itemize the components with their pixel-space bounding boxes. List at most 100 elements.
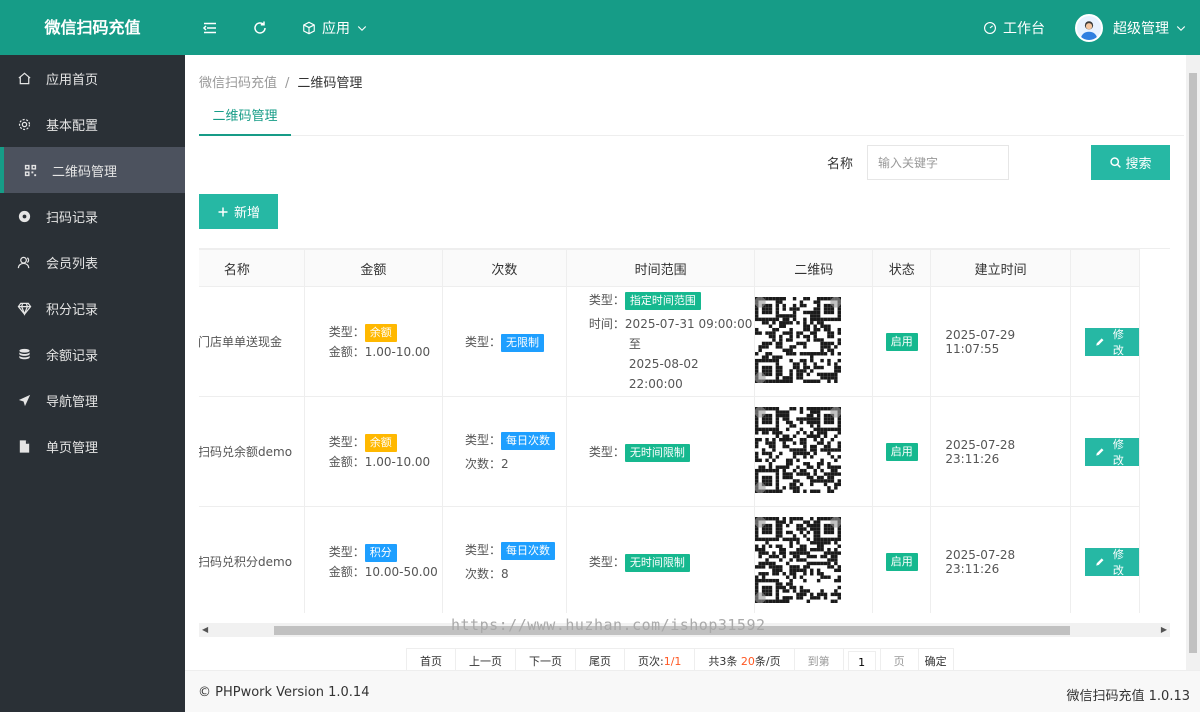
sidebar-item-label: 二维码管理 [52, 164, 118, 180]
sidebar-item-home[interactable]: 应用首页 [0, 55, 185, 101]
search-button[interactable]: 搜索 [1091, 145, 1170, 180]
page-indicator-value: 1/1 [663, 655, 682, 668]
edit-button[interactable]: 修改 [1084, 327, 1139, 357]
add-button[interactable]: 新增 [199, 194, 278, 229]
time-start: 2025-07-31 09:00:00 [624, 316, 753, 331]
sidebar-item-label: 单页管理 [46, 440, 99, 456]
header-status: 状态 [872, 249, 932, 287]
count-type-badge: 每日次数 [500, 541, 555, 560]
created-time: 2025-07-28 23:11:26 [930, 396, 1071, 507]
add-button-label: 新增 [233, 206, 260, 221]
amount-value: 10.00-50.00 [364, 564, 438, 579]
status-badge: 启用 [885, 332, 918, 351]
top-bar: 微信扫码充值 应用 工作台 超级管理 [0, 0, 1200, 55]
avatar [1075, 13, 1103, 42]
page-total-count: 共3条 [708, 655, 741, 668]
count-type-badge: 每日次数 [500, 431, 555, 450]
tab-qrcode-manage[interactable]: 二维码管理 [199, 99, 291, 136]
amount-label: 金额： [328, 564, 365, 579]
time-type-label: 类型： [588, 444, 625, 459]
amount-value: 1.00-10.00 [364, 344, 431, 359]
time-to: 至 [628, 336, 641, 351]
sidebar-item-qrcode-manage[interactable]: 二维码管理 [0, 147, 185, 193]
time-type-badge: 指定时间范围 [624, 291, 701, 310]
scroll-right-icon[interactable]: ▶ [1161, 625, 1167, 634]
header-count: 次数 [441, 249, 567, 287]
amount-value: 1.00-10.00 [364, 454, 431, 469]
amount-label: 金额： [328, 344, 365, 359]
status-badge: 启用 [885, 552, 918, 571]
app-menu-dropdown[interactable]: 应用 [302, 0, 368, 55]
header-qrcode: 二维码 [754, 249, 874, 287]
sidebar-item-label: 应用首页 [46, 72, 99, 88]
user-name: 超级管理 [1113, 20, 1169, 37]
sidebar-item-label: 扫码记录 [46, 210, 99, 226]
breadcrumb: 微信扫码充值 / 二维码管理 [199, 72, 362, 91]
vertical-scroll-thumb[interactable] [1189, 73, 1197, 653]
refresh-button[interactable] [252, 0, 268, 55]
user-avatar-icon [1080, 20, 1098, 40]
edit-button-label: 修改 [1112, 547, 1124, 577]
disc-icon [18, 210, 30, 222]
sidebar-item-label: 导航管理 [46, 394, 99, 410]
vertical-scrollbar[interactable] [1186, 55, 1200, 670]
edit-button[interactable]: 修改 [1084, 547, 1139, 577]
sidebar: 应用首页 基本配置 二维码管理 扫码记录 会员列表 积分记录 余额记录 导航管理… [0, 55, 185, 712]
time-end: 2025-08-02 22:00:00 [628, 356, 699, 391]
sidebar-item-scan-records[interactable]: 扫码记录 [0, 193, 185, 239]
page-per-page-suffix: 条/页 [754, 655, 781, 668]
header-created: 建立时间 [930, 249, 1071, 287]
amount-type-badge: 积分 [364, 543, 397, 562]
sidebar-item-navigation[interactable]: 导航管理 [0, 377, 185, 423]
search-label: 名称 [827, 157, 854, 172]
sidebar-item-label: 余额记录 [46, 348, 99, 364]
edit-button[interactable]: 修改 [1084, 437, 1139, 467]
count-value: 8 [500, 566, 509, 581]
amount-label: 金额： [328, 454, 365, 469]
edit-button-label: 修改 [1112, 327, 1124, 357]
chevron-down-icon [357, 25, 367, 31]
header-name: 名称 [199, 249, 305, 287]
sidebar-item-points-records[interactable]: 积分记录 [0, 285, 185, 331]
search-button-label: 搜索 [1125, 157, 1152, 172]
sidebar-item-basic-config[interactable]: 基本配置 [0, 101, 185, 147]
breadcrumb-root[interactable]: 微信扫码充值 [199, 76, 277, 91]
table-row: 扫码兑余额demo 类型： 余额 金额：1.00-10.00 类型： 每日次数 次数… [199, 396, 1141, 507]
count-type-label: 类型： [464, 432, 501, 447]
count-type-badge: 无限制 [500, 333, 544, 352]
diamond-icon [17, 302, 31, 316]
workbench-link[interactable]: 工作台 [983, 0, 1045, 55]
breadcrumb-separator: / [285, 76, 290, 91]
gear-icon [18, 118, 30, 130]
dashboard-icon [984, 21, 996, 34]
file-icon [19, 439, 29, 453]
created-time: 2025-07-29 11:07:55 [930, 286, 1071, 397]
sidebar-item-members[interactable]: 会员列表 [0, 239, 185, 285]
sidebar-item-balance-records[interactable]: 余额记录 [0, 331, 185, 377]
sidebar-item-label: 积分记录 [46, 302, 99, 318]
footer: © PHPwork Version 1.0.14 微信扫码充值 1.0.13 [185, 670, 1200, 712]
watermark: https://www.huzhan.com/ishop31592 [451, 616, 766, 634]
navigation-icon [18, 394, 30, 406]
pencil-icon [1096, 447, 1104, 456]
table-row: 门店单单送现金 类型： 余额 金额：1.00-10.00 类型： 无限制 类型： 指定… [199, 286, 1141, 397]
search-icon [1110, 157, 1122, 168]
time-type-label: 类型： [588, 292, 625, 307]
page-indicator-label: 页次: [638, 655, 664, 668]
qrcode-table: 名称 金额 次数 时间范围 二维码 状态 建立时间 门店单单送现金 类型： 余额 … [199, 248, 1170, 613]
sidebar-item-pages[interactable]: 单页管理 [0, 423, 185, 469]
count-label: 次数： [464, 566, 501, 581]
count-type-label: 类型： [464, 542, 501, 557]
scroll-left-icon[interactable]: ◀ [202, 625, 208, 634]
table-header-row: 名称 金额 次数 时间范围 二维码 状态 建立时间 [199, 249, 1141, 287]
count-type-label: 类型： [464, 334, 501, 349]
qrcode-image [755, 406, 842, 494]
search-input[interactable] [867, 145, 1009, 180]
count-value: 2 [500, 456, 509, 471]
cube-icon [303, 21, 315, 34]
user-menu-dropdown[interactable]: 超级管理 [1075, 0, 1187, 55]
pencil-icon [1096, 337, 1104, 346]
menu-toggle-button[interactable] [202, 0, 218, 55]
row-name: 扫码兑积分demo [199, 506, 305, 613]
user-icon [17, 256, 29, 268]
